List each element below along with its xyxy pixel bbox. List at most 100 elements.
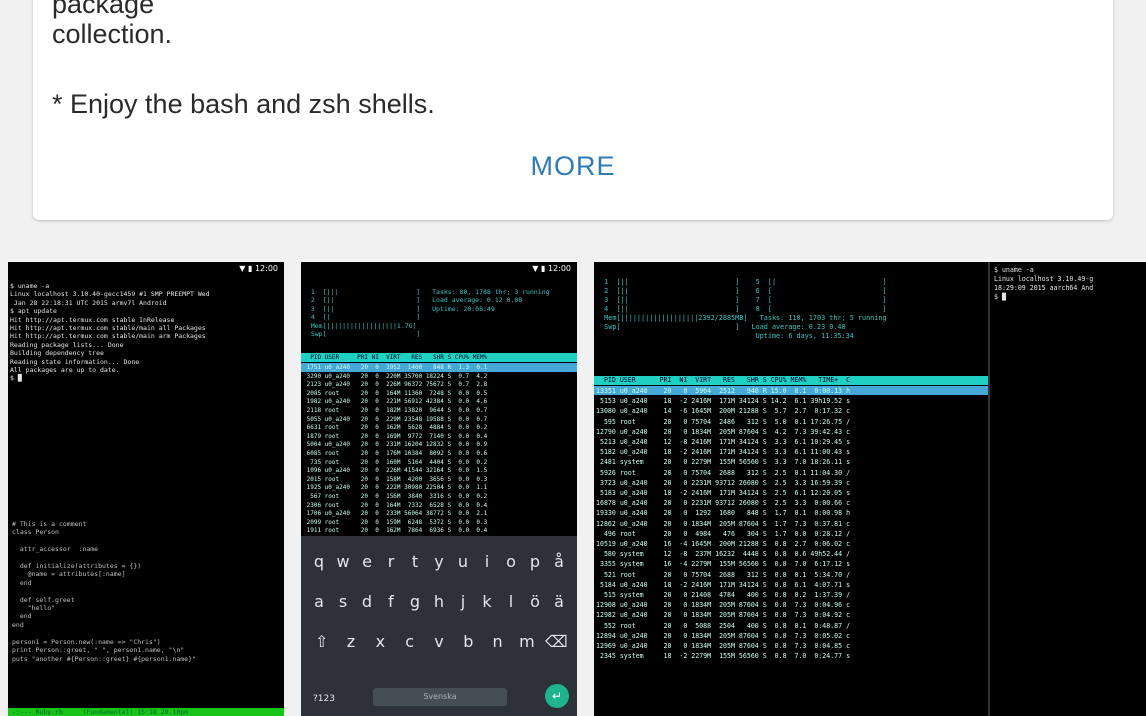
htop-meters: 1 [|| ] 5 [| ] 2 [|| ] 6 [ ] 3 [|| ] 7 [ [596,278,887,341]
keyboard-key[interactable]: ⇧ [310,632,334,651]
process-row: 1706 u0_a240 20 0 233M 56064 38772 S 0.0… [303,510,488,518]
code-line: "hello" [12,604,56,613]
keyboard-key[interactable]: h [427,592,451,611]
code-line: @name = attributes[:name] [12,570,126,579]
process-row: 2345 system 18 -2 2279M 155M 56560 S 0.8… [596,652,851,661]
keyboard-key[interactable]: a [307,592,331,611]
space-key[interactable]: Svenska [373,688,507,706]
terminal-line: $ uname -a [10,282,50,290]
enter-key[interactable]: ↵ [545,684,569,708]
description-line-1: package [52,0,155,19]
terminal-line: Hit http://apt.termux.com stable/main ar… [10,332,206,341]
keyboard-key[interactable]: x [368,632,392,651]
keyboard-key[interactable]: b [456,632,480,651]
status-time: 12:00 [547,264,571,273]
keyboard-key[interactable]: o [499,552,523,571]
wifi-icon: ▼ [239,264,246,273]
keyboard-key[interactable]: n [486,632,510,651]
keyboard-key[interactable]: t [403,552,427,571]
process-row: 580 system 12 -8 237M 16232 4448 S 0.8 0… [596,550,851,559]
process-row: 567 root 20 0 156M 3840 3316 S 0.0 0.2 [303,492,488,500]
htop-meter-line: Uptime: 6 days, 11:35:34 [596,332,854,340]
keyboard-key[interactable]: u [451,552,475,571]
battery-icon: ▮ [540,264,546,273]
process-row: 2123 u0_a240 20 0 226M 96372 75672 S 0.7… [303,381,488,389]
editor-status-text: -:--- Ruby.rb (Fundamental) 15:18 20.10p… [12,708,189,716]
htop-meter-line: Swp[ ] Load average: 0.23 0.48 [596,323,846,331]
screenshot-2[interactable]: ▼ ▮ 12:00 1 [||| ] Tasks: 80, 1788 thr; … [301,262,577,716]
htop-column-header-text: PID USER PRI NI VIRT RES SHR S CPU% MEM% [303,354,488,361]
process-row: 6085 root 20 0 176M 10384 8092 S 0.0 0.6 [303,449,488,457]
code-line: end [12,578,32,587]
process-row: 12908 u0_a240 20 0 1834M 205M 87604 S 0.… [596,601,851,610]
keyboard-key[interactable]: å [547,552,571,571]
more-button[interactable]: MORE [33,148,1113,184]
htop-column-header-text: PID USER PRI NI VIRT RES SHR S CPU% MEM%… [596,376,851,384]
status-bar: ▼ ▮ 12:00 [8,262,284,276]
code-line: print Person::greet, " ", person1.name, … [12,646,185,655]
keyboard-key[interactable]: p [523,552,547,571]
terminal-line: Building dependency tree [10,349,104,358]
process-row: 1096 u0_a240 20 0 226M 41544 32164 S 0.0… [303,467,488,475]
terminal-line: $ apt update [10,307,57,316]
keyboard-key[interactable]: j [451,592,475,611]
process-row: 10519 u0_a240 16 -4 1645M 200M 21288 S 0… [596,540,851,549]
keyboard-key[interactable]: ⌫ [544,632,568,651]
htop-meter-line: 3 [|| ] Uptime: 20:08:49 [303,304,495,313]
process-row: 12862 u0_a240 20 0 1834M 205M 87604 S 1.… [596,519,851,528]
process-row: 2099 root 20 0 159M 6248 5372 S 0.0 0.3 [303,518,488,526]
htop-meter-line: 4 [| ] [303,313,421,322]
process-row: 6631 root 20 0 162M 5628 4884 S 0.0 0.2 [303,424,488,432]
htop-meter-line: Swp[ ] [303,330,421,339]
htop-meter-line: 2 [|| ] 6 [ ] [596,287,887,295]
wifi-icon: ▼ [532,264,539,273]
process-row: 12982 u0_a240 20 0 1834M 205M 87604 S 0.… [596,611,851,620]
keyboard-key[interactable]: c [398,632,422,651]
split-divider[interactable] [988,262,990,716]
code-line: def self.greet [12,595,75,604]
editor-status-bar: -:--- Ruby.rb (Fundamental) 15:18 20.10p… [8,708,284,716]
screenshot-3[interactable]: 1 [|| ] 5 [| ] 2 [|| ] 6 [ ] 3 [|| ] 7 [ [594,262,1146,716]
keyboard-key[interactable]: ä [547,592,571,611]
terminal-line: Jan 28 22:18:31 UTC 2015 armv7l Android [10,298,167,307]
terminal-line: Linux localhost 3.10.40-gecc1459 #1 SMP … [10,290,210,299]
keyboard-key[interactable]: k [475,592,499,611]
description-line-3: * Enjoy the bash and zsh shells. [52,89,435,119]
battery-icon: ▮ [247,264,253,273]
keyboard-key[interactable]: f [379,592,403,611]
keyboard-key[interactable]: d [355,592,379,611]
keyboard-key[interactable]: r [379,552,403,571]
keyboard-key[interactable]: z [339,632,363,651]
process-row: 5004 u0_a240 20 0 231M 16204 12832 S 0.0… [303,441,488,449]
process-row: 521 root 20 0 75704 2688 312 S 0.8 0.1 5… [596,570,851,579]
keyboard-key[interactable]: m [515,632,539,651]
htop-meter-line: Mem[||||||||||||||||||1.7G] [303,321,417,330]
symbols-key[interactable]: ?123 [309,694,339,704]
keyboard-key[interactable]: l [499,592,523,611]
keyboard-key[interactable]: g [403,592,427,611]
keyboard-key[interactable]: s [331,592,355,611]
htop-meter-line: 4 [|| ] 8 [ ] [596,305,887,313]
code-line: def initialize(attributes = {}) [12,562,142,571]
process-row: 2306 root 20 0 164M 7332 6528 S 0.0 0.4 [303,501,488,509]
keyboard-key[interactable]: q [307,552,331,571]
process-row: 3355 system 16 -4 2279M 155M 56560 S 0.8… [596,560,851,569]
keyboard-key[interactable]: v [427,632,451,651]
process-row: 595 root 20 0 75704 2486 312 S 5.0 0.1 1… [596,417,851,426]
keyboard-row-2: asdfghjklöä [307,592,571,611]
keyboard-key[interactable]: e [355,552,379,571]
htop-meter-line: 3 [|| ] 7 [ ] [596,296,887,304]
keyboard-key[interactable]: ö [523,592,547,611]
description-card: package collection. * Enjoy the bash and… [33,0,1113,220]
process-row: 496 root 20 0 4984 476 304 S 1.7 0.0 0:2… [596,529,851,538]
terminal-line: All packages are up to date. [10,366,120,375]
screenshot-1[interactable]: ▼ ▮ 12:00 $ uname -a Linux localhost 3.10… [8,262,284,716]
keyboard-key[interactable]: w [331,552,355,571]
process-row: 735 root 20 0 160M 5164 4404 S 0.0 0.2 [303,458,488,466]
keyboard-key[interactable]: y [427,552,451,571]
terminal-line: Reading state information... Done [10,357,140,366]
keyboard-key[interactable]: i [475,552,499,571]
process-row: 5184 u0_a240 18 -2 2416M 171M 34124 S 0.… [596,580,851,589]
